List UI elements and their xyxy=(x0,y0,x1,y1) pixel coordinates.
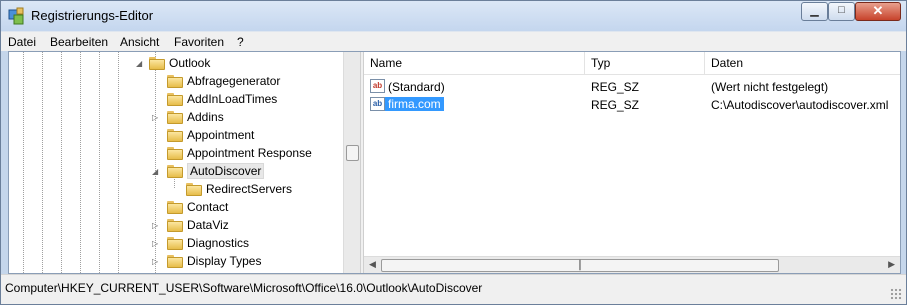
tree-item-dataviz[interactable]: ▷ DataViz xyxy=(152,216,229,234)
close-button[interactable]: ✕ xyxy=(855,2,901,21)
tree-item-label: Appointment xyxy=(187,128,255,142)
window-controls: ▁ □ ✕ xyxy=(801,2,901,21)
folder-icon xyxy=(167,200,183,214)
scroll-right-icon[interactable]: ▶ xyxy=(888,259,895,270)
column-header-type[interactable]: Typ xyxy=(585,52,705,75)
tree-item-abfragegenerator[interactable]: Abfragegenerator xyxy=(167,72,280,90)
value-row-firma-com[interactable]: ab firma.com REG_SZ C:\Autodiscover\auto… xyxy=(364,96,900,114)
tree-item-label: AddInLoadTimes xyxy=(187,92,278,106)
folder-icon xyxy=(149,56,165,70)
menu-favoriten[interactable]: Favoriten xyxy=(174,35,224,49)
folder-icon xyxy=(167,74,183,88)
folder-icon xyxy=(186,182,202,196)
folder-icon xyxy=(167,254,183,268)
menu-ansicht[interactable]: Ansicht xyxy=(120,35,159,49)
window-title: Registrierungs-Editor xyxy=(31,8,154,23)
tree-item-appointment[interactable]: Appointment xyxy=(167,126,254,144)
folder-icon xyxy=(167,92,183,106)
registry-editor-window: Registrierungs-Editor ▁ □ ✕ Datei Bearbe… xyxy=(0,0,907,305)
value-data: C:\Autodiscover\autodiscover.xml xyxy=(711,98,889,112)
tree-item-autodiscover[interactable]: ◢ AutoDiscover xyxy=(152,162,265,180)
tree-item-contact[interactable]: Contact xyxy=(167,198,228,216)
tree-item-label: Diagnostics xyxy=(187,236,250,250)
folder-icon xyxy=(167,164,183,178)
resize-grip-icon[interactable] xyxy=(890,288,902,300)
tree-guide-line xyxy=(99,52,100,273)
maximize-icon: □ xyxy=(838,4,845,16)
status-bar: Computer\HKEY_CURRENT_USER\Software\Micr… xyxy=(1,274,906,304)
menu-bar: Datei Bearbeiten Ansicht Favoriten ? xyxy=(1,31,906,51)
folder-icon xyxy=(167,128,183,142)
list-horizontal-scrollbar[interactable]: ◀ ┃ ▶ xyxy=(364,256,900,273)
tree-item-label: Outlook xyxy=(169,56,211,70)
maximize-button[interactable]: □ xyxy=(828,2,855,21)
collapsed-arrow-icon[interactable]: ▷ xyxy=(152,239,161,248)
column-header-data[interactable]: Daten xyxy=(705,52,900,75)
tree-item-display-types[interactable]: ▷ Display Types xyxy=(152,252,261,270)
tree-item-label: Addins xyxy=(187,110,224,124)
value-type: REG_SZ xyxy=(591,98,640,112)
tree-scroll-thumb[interactable] xyxy=(346,145,359,161)
value-name-selected[interactable]: firma.com xyxy=(385,97,444,111)
tree-vertical-scrollbar[interactable] xyxy=(343,52,360,273)
value-type: REG_SZ xyxy=(591,80,640,94)
content-area: ◢ Outlook Abfragegenerator AddInLoadTime… xyxy=(8,51,901,274)
menu-datei[interactable]: Datei xyxy=(8,35,36,49)
menu-help[interactable]: ? xyxy=(237,35,244,49)
value-data: (Wert nicht festgelegt) xyxy=(711,80,829,94)
minimize-icon: ▁ xyxy=(810,5,819,17)
tree-guide-line xyxy=(61,52,62,273)
tree-item-label: Appointment Response xyxy=(187,146,312,160)
collapsed-arrow-icon[interactable]: ▷ xyxy=(152,221,161,230)
value-name: (Standard) xyxy=(388,80,445,94)
value-row-standard[interactable]: ab (Standard) REG_SZ (Wert nicht festgel… xyxy=(364,78,900,96)
tree-item-label: DataViz xyxy=(187,218,229,232)
folder-icon xyxy=(167,146,183,160)
tree-guide-line xyxy=(80,52,81,273)
value-list[interactable]: Name Typ Daten ab (Standard) REG_SZ (Wer… xyxy=(364,52,900,273)
tree-guide-line xyxy=(42,52,43,273)
minimize-button[interactable]: ▁ xyxy=(801,2,828,21)
collapsed-arrow-icon[interactable]: ▷ xyxy=(152,257,161,266)
collapsed-arrow-icon[interactable]: ▷ xyxy=(152,113,161,122)
tree-item-label: Contact xyxy=(187,200,229,214)
tree-guide-line xyxy=(118,52,119,273)
tree-item-label: Display Types xyxy=(187,254,262,268)
tree-item-addinloadtimes[interactable]: AddInLoadTimes xyxy=(167,90,277,108)
tree-item-diagnostics[interactable]: ▷ Diagnostics xyxy=(152,234,249,252)
string-value-icon: ab xyxy=(370,97,385,111)
tree-item-label: RedirectServers xyxy=(206,182,293,196)
menu-bearbeiten[interactable]: Bearbeiten xyxy=(50,35,108,49)
folder-icon xyxy=(167,110,183,124)
tree-item-redirectservers[interactable]: RedirectServers xyxy=(186,180,292,198)
close-icon: ✕ xyxy=(872,3,884,18)
string-value-icon: ab xyxy=(370,79,385,93)
folder-icon xyxy=(167,236,183,250)
registry-editor-icon xyxy=(8,7,24,25)
scroll-left-icon[interactable]: ◀ xyxy=(369,259,376,270)
tree-guide-line xyxy=(23,52,24,273)
tree-item-appointment-response[interactable]: Appointment Response xyxy=(167,144,312,162)
tree-item-label: AutoDiscover xyxy=(187,163,265,179)
tree-item-addins[interactable]: ▷ Addins xyxy=(152,108,224,126)
folder-icon xyxy=(167,218,183,232)
tree-item-outlook[interactable]: ◢ Outlook xyxy=(133,54,210,72)
expanded-arrow-icon[interactable]: ◢ xyxy=(136,59,145,68)
list-scroll-thumb[interactable]: ┃ xyxy=(381,259,779,272)
status-path: Computer\HKEY_CURRENT_USER\Software\Micr… xyxy=(5,281,483,295)
title-bar[interactable]: Registrierungs-Editor ▁ □ ✕ xyxy=(1,1,906,31)
key-tree[interactable]: ◢ Outlook Abfragegenerator AddInLoadTime… xyxy=(9,52,360,273)
list-header: Name Typ Daten xyxy=(364,52,900,75)
expanded-arrow-icon[interactable]: ◢ xyxy=(152,167,161,176)
column-header-name[interactable]: Name xyxy=(364,52,585,75)
tree-item-label: Abfragegenerator xyxy=(187,74,281,88)
